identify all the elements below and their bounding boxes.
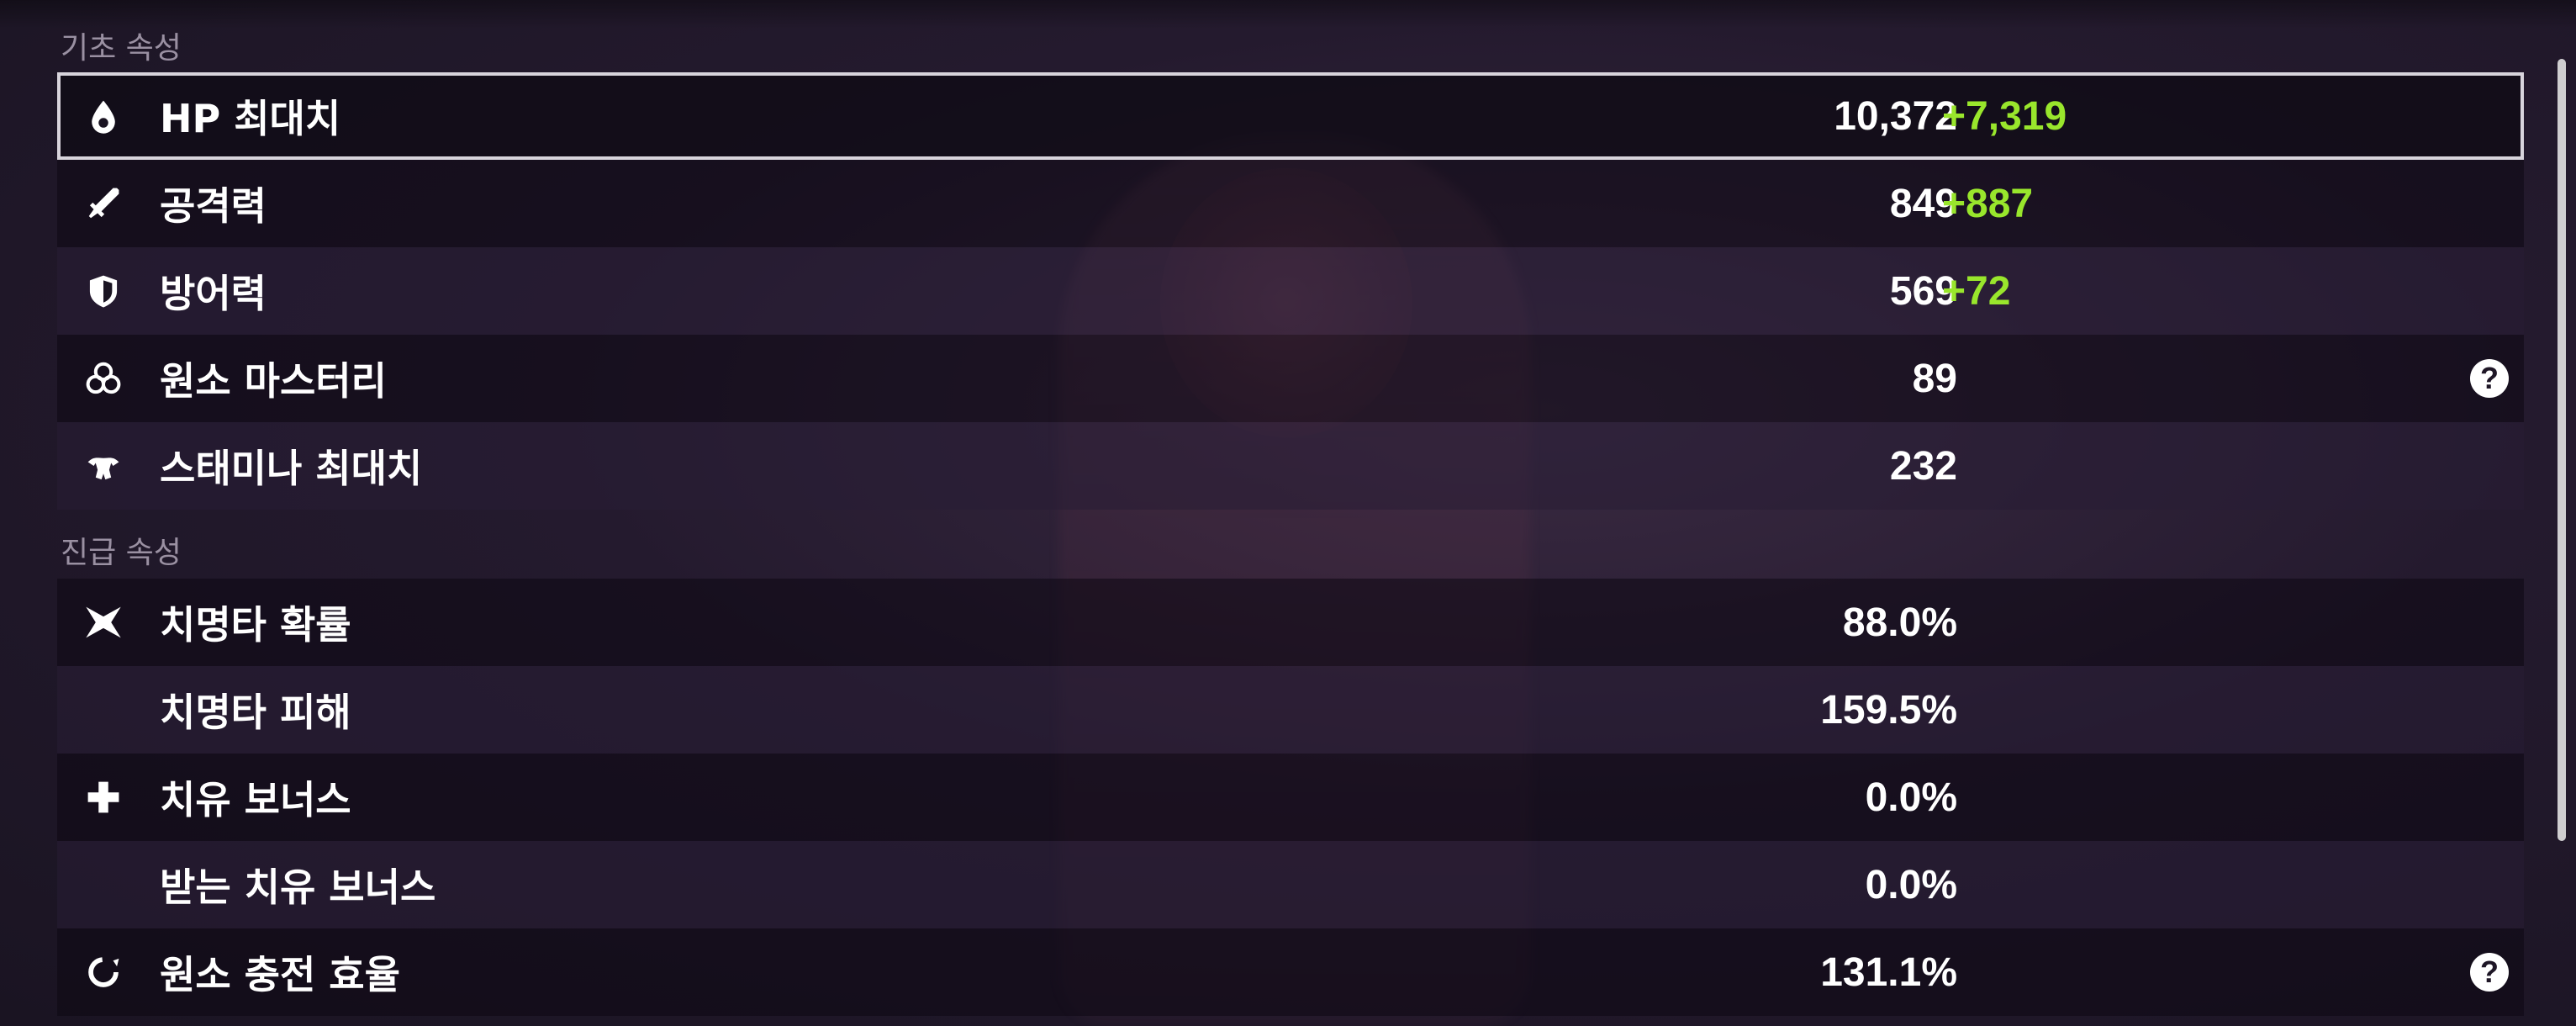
sword-icon [82, 182, 124, 225]
stat-row-stamina[interactable]: 스태미나 최대치 232 [57, 422, 2524, 510]
stat-label: 공격력 [160, 183, 267, 229]
top-character-strip [0, 0, 2576, 29]
stat-label: 치명타 확률 [160, 602, 351, 648]
stat-bonus: +887 [1942, 181, 2034, 226]
stat-label: 받는 치유 보너스 [160, 865, 436, 910]
stat-value: 131.1% [1820, 949, 1957, 995]
stat-bonus: +72 [1942, 268, 2011, 314]
crit-star-icon [82, 601, 124, 643]
stat-label: 원소 충전 효율 [160, 952, 400, 997]
stat-label: 원소 마스터리 [160, 358, 387, 404]
stat-label: 방어력 [160, 271, 267, 316]
healing-cross-icon [82, 776, 124, 818]
stat-label: 치유 보너스 [160, 777, 351, 822]
stat-row-crit-rate[interactable]: 치명타 확률 88.0% [57, 579, 2524, 666]
stat-row-atk[interactable]: 공격력 849 +887 [57, 160, 2524, 247]
section-title-advanced: 진급 속성 [61, 536, 182, 570]
stat-row-healing-bonus[interactable]: 치유 보너스 0.0% [57, 754, 2524, 841]
stat-row-def[interactable]: 방어력 569 +72 [57, 247, 2524, 335]
stat-label: 스태미나 최대치 [160, 446, 423, 491]
stat-label: HP 최대치 [160, 96, 341, 141]
section-title-base: 기초 속성 [61, 31, 182, 66]
stat-value: 0.0% [1865, 862, 1957, 907]
stat-label: 치명타 피해 [160, 690, 351, 735]
scrollbar-thumb[interactable] [2558, 59, 2566, 841]
stat-value: 10,372 [1834, 93, 1957, 139]
stat-bonus: +7,319 [1942, 93, 2067, 139]
water-drop-icon [82, 95, 124, 137]
stat-value: 89 [1912, 356, 1957, 401]
stat-value: 0.0% [1865, 775, 1957, 820]
stat-value: 159.5% [1820, 687, 1957, 732]
stat-row-incoming-healing-bonus[interactable]: 받는 치유 보너스 0.0% [57, 841, 2524, 928]
stat-row-energy-recharge[interactable]: 원소 충전 효율 131.1% ? [57, 928, 2524, 1016]
stat-value: 232 [1889, 443, 1957, 489]
help-icon[interactable]: ? [2470, 359, 2509, 398]
stat-value: 88.0% [1842, 600, 1957, 645]
energy-recharge-icon [82, 951, 124, 993]
stat-row-hp[interactable]: HP 최대치 10,372 +7,319 [57, 72, 2524, 160]
stat-row-elemental-mastery[interactable]: 원소 마스터리 89 ? [57, 335, 2524, 422]
shield-icon [82, 270, 124, 312]
stamina-icon [82, 445, 124, 487]
elemental-mastery-icon [82, 357, 124, 399]
stat-row-crit-damage[interactable]: 치명타 피해 159.5% [57, 666, 2524, 754]
help-icon[interactable]: ? [2470, 953, 2509, 992]
